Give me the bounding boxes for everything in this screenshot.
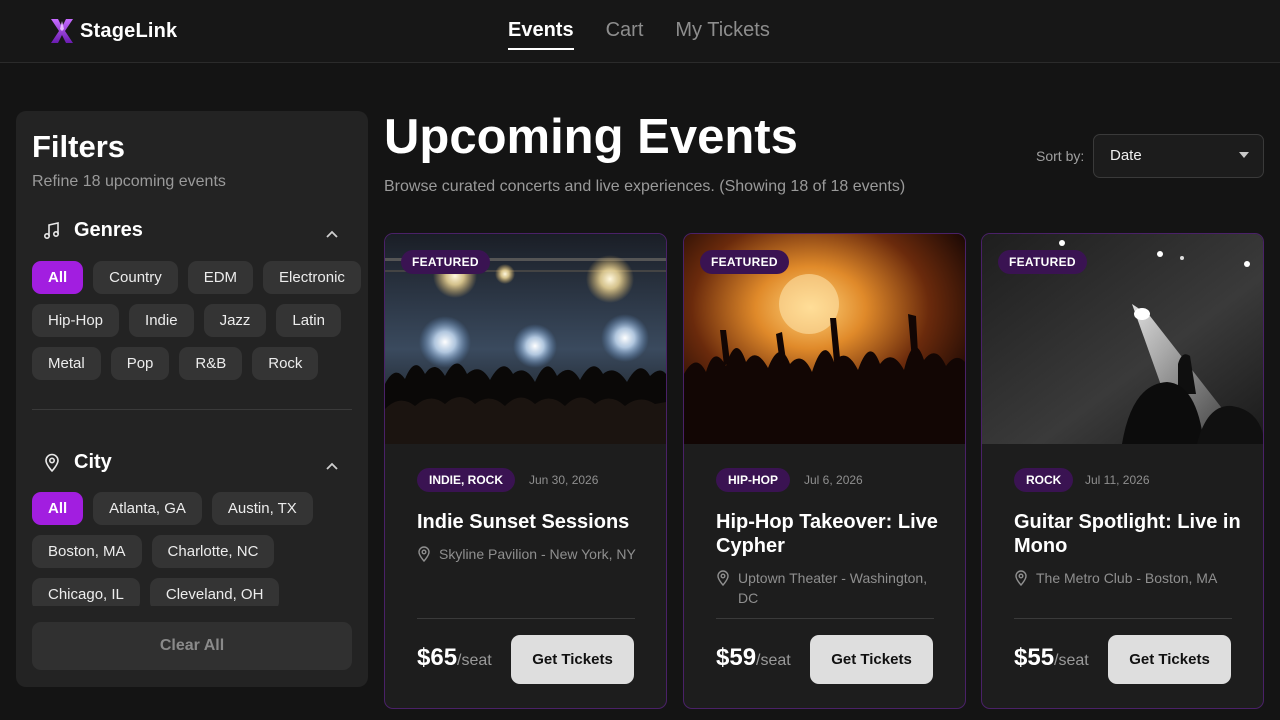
- event-title[interactable]: Indie Sunset Sessions: [417, 510, 647, 534]
- genre-chip-rnb[interactable]: R&B: [179, 347, 243, 380]
- page-subtitle: Browse curated concerts and live experie…: [384, 178, 906, 195]
- event-venue: The Metro Club - Boston, MA: [1014, 568, 1244, 588]
- stagelink-logo-icon: [51, 19, 73, 43]
- caret-down-icon: [1239, 152, 1249, 158]
- city-chip-charlotte[interactable]: Charlotte, NC: [151, 535, 275, 568]
- price: $65 /seat: [417, 644, 492, 672]
- event-date: Jul 11, 2026: [1085, 473, 1150, 487]
- get-tickets-button[interactable]: Get Tickets: [511, 635, 634, 684]
- genre-badge: ROCK: [1014, 468, 1074, 492]
- nav-cart[interactable]: Cart: [606, 0, 644, 50]
- venue-text: Skyline Pavilion - New York, NY: [439, 546, 636, 562]
- genre-chip-rock[interactable]: Rock: [252, 347, 319, 380]
- price-unit: /seat: [1054, 652, 1089, 669]
- map-pin-icon: [1015, 570, 1027, 586]
- filters-title: Filters: [32, 129, 126, 164]
- featured-badge: FEATURED: [700, 250, 789, 274]
- event-venue: Uptown Theater - Washington, DC: [716, 568, 946, 608]
- event-date: Jul 6, 2026: [804, 473, 863, 487]
- city-chips: All Atlanta, GA Austin, TX Boston, MA Ch…: [32, 492, 362, 606]
- genre-chip-latin[interactable]: Latin: [276, 304, 341, 337]
- genre-badge: HIP-HOP: [716, 468, 791, 492]
- sort-label: Sort by:: [1036, 148, 1085, 164]
- event-title[interactable]: Hip-Hop Takeover: Live Cypher: [716, 510, 946, 558]
- nav-my-tickets[interactable]: My Tickets: [675, 0, 769, 50]
- venue-text: Uptown Theater - Washington, DC: [738, 570, 928, 606]
- chevron-up-icon[interactable]: [325, 461, 339, 471]
- event-title[interactable]: Guitar Spotlight: Live in Mono: [1014, 510, 1244, 558]
- genre-chip-hip-hop[interactable]: Hip-Hop: [32, 304, 120, 337]
- city-chip-atlanta[interactable]: Atlanta, GA: [93, 492, 202, 525]
- sort-select[interactable]: Date: [1093, 134, 1264, 178]
- section-divider: [32, 409, 352, 410]
- genres-header[interactable]: Genres: [42, 219, 143, 242]
- event-card[interactable]: FEATURED INDIE, ROCK Jun 30, 2026 Indie …: [384, 233, 667, 709]
- price-unit: /seat: [756, 652, 791, 669]
- featured-badge: FEATURED: [401, 250, 490, 274]
- card-divider: [1014, 618, 1232, 619]
- price: $55 /seat: [1014, 644, 1089, 672]
- clear-all-button[interactable]: Clear All: [32, 622, 352, 670]
- city-chip-boston[interactable]: Boston, MA: [32, 535, 142, 568]
- genre-chip-all[interactable]: All: [32, 261, 84, 294]
- featured-badge: FEATURED: [998, 250, 1087, 274]
- main-nav: Events Cart My Tickets: [508, 0, 770, 63]
- page-title: Upcoming Events: [384, 110, 798, 164]
- filters-panel: Filters Refine 18 upcoming events Genres…: [16, 111, 368, 687]
- price-value: $65: [417, 644, 458, 671]
- price-unit: /seat: [457, 652, 492, 669]
- venue-text: The Metro Club - Boston, MA: [1036, 570, 1218, 586]
- filters-subtitle: Refine 18 upcoming events: [32, 173, 226, 190]
- genre-chip-indie[interactable]: Indie: [129, 304, 194, 337]
- genre-chip-edm[interactable]: EDM: [187, 261, 254, 294]
- brand[interactable]: StageLink: [50, 17, 177, 45]
- city-chip-austin[interactable]: Austin, TX: [211, 492, 313, 525]
- genre-chips: All Country EDM Electronic Hip-Hop Indie…: [32, 261, 362, 380]
- top-bar: StageLink Events Cart My Tickets: [0, 0, 1280, 63]
- city-chip-all[interactable]: All: [32, 492, 84, 525]
- map-pin-icon: [45, 453, 59, 472]
- genre-chip-pop[interactable]: Pop: [110, 347, 170, 380]
- genre-chip-jazz[interactable]: Jazz: [203, 304, 267, 337]
- event-card[interactable]: FEATURED HIP-HOP Jul 6, 2026 Hip-Hop Tak…: [683, 233, 966, 709]
- city-chip-chicago[interactable]: Chicago, IL: [32, 578, 140, 606]
- genre-chip-metal[interactable]: Metal: [32, 347, 101, 380]
- get-tickets-button[interactable]: Get Tickets: [1108, 635, 1231, 684]
- chevron-up-icon[interactable]: [325, 229, 339, 239]
- genres-label: Genres: [74, 219, 143, 241]
- city-header[interactable]: City: [42, 451, 112, 474]
- city-chip-cleveland[interactable]: Cleveland, OH: [149, 578, 280, 606]
- genre-badge: INDIE, ROCK: [417, 468, 516, 492]
- map-pin-icon: [717, 570, 729, 586]
- sort-value: Date: [1110, 147, 1142, 164]
- card-divider: [716, 618, 934, 619]
- genre-chip-country[interactable]: Country: [93, 261, 178, 294]
- price-value: $55: [1014, 644, 1055, 671]
- city-label: City: [74, 451, 112, 473]
- genre-chip-electronic[interactable]: Electronic: [263, 261, 361, 294]
- music-note-icon: [43, 221, 60, 239]
- price: $59 /seat: [716, 644, 791, 672]
- get-tickets-button[interactable]: Get Tickets: [810, 635, 933, 684]
- map-pin-icon: [418, 546, 430, 562]
- card-divider: [417, 618, 635, 619]
- event-venue: Skyline Pavilion - New York, NY: [417, 544, 647, 564]
- price-value: $59: [716, 644, 757, 671]
- event-card[interactable]: FEATURED ROCK Jul 11, 2026 Guitar Spotli…: [981, 233, 1264, 709]
- event-date: Jun 30, 2026: [529, 473, 599, 487]
- brand-name: StageLink: [80, 19, 178, 42]
- nav-events[interactable]: Events: [508, 0, 574, 50]
